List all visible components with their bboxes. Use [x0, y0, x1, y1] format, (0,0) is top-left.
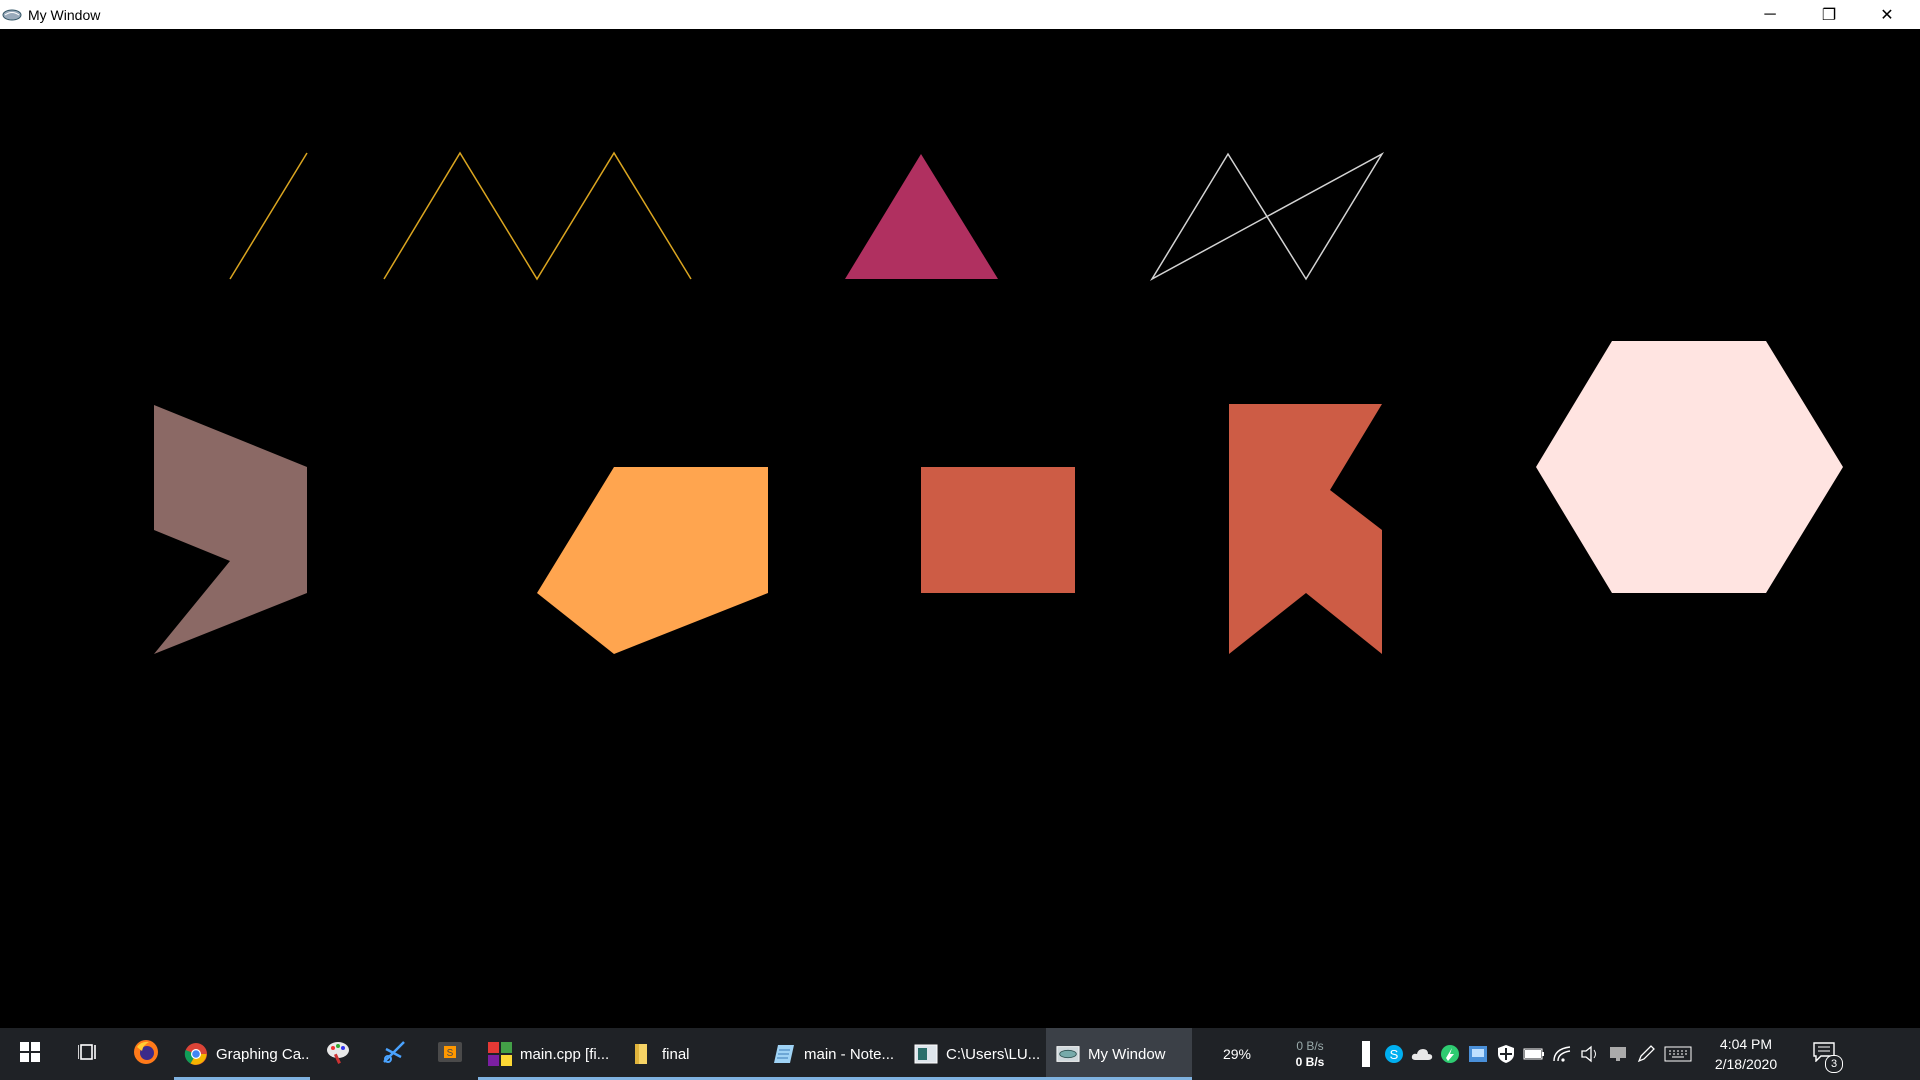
defender-icon[interactable] [1492, 1040, 1520, 1068]
onedrive-icon[interactable] [1408, 1040, 1436, 1068]
taskbar-task-label: C:\Users\LU... [946, 1045, 1041, 1063]
taskbar-task-chrome[interactable]: Graphing Ca... [174, 1028, 310, 1080]
skype-icon[interactable]: S [1380, 1040, 1408, 1068]
window-title: My Window [28, 6, 101, 23]
firefox-icon [133, 1039, 159, 1070]
action-center-button[interactable]: 3 [1802, 1028, 1846, 1080]
taskbar-clock[interactable]: 4:04 PM 2/18/2020 [1696, 1034, 1796, 1074]
glut-window-icon [1056, 1042, 1080, 1066]
square [921, 467, 1075, 593]
title-bar: My Window ─ ❐ ✕ [0, 0, 1920, 29]
sublime-icon: S [437, 1039, 463, 1070]
notepad-icon [772, 1042, 796, 1066]
console-icon [914, 1042, 938, 1066]
single-line [229, 152, 308, 280]
snip-icon [381, 1039, 407, 1070]
minimize-icon: ─ [1764, 5, 1776, 23]
taskbar-task-explorer[interactable]: final [620, 1028, 762, 1080]
network-speed: 0 B/s 0 B/s [1284, 1038, 1336, 1070]
close-icon: ✕ [1880, 6, 1894, 24]
shapes-svg [154, 151, 1843, 654]
arrow-chevron [154, 405, 307, 654]
task-view-icon [77, 1042, 100, 1067]
volume-icon[interactable] [1576, 1040, 1604, 1068]
pen-icon[interactable] [1632, 1040, 1660, 1068]
taskbar-task-label: final [662, 1045, 690, 1063]
drawing-canvas[interactable] [0, 29, 1920, 1028]
taskbar-task-label: Graphing Ca... [216, 1045, 310, 1063]
taskbar-task-label: My Window [1088, 1045, 1166, 1063]
crossed-quadrilateral [1149, 152, 1385, 281]
clock-date: 2/18/2020 [1714, 1056, 1778, 1072]
taskbar-paint[interactable] [310, 1028, 366, 1080]
green-app-icon[interactable] [1436, 1040, 1464, 1068]
notification-count-badge: 3 [1825, 1054, 1843, 1073]
network-monitor-icon[interactable] [1464, 1040, 1492, 1068]
task-view-button[interactable] [60, 1028, 118, 1080]
codeblocks-icon [488, 1042, 512, 1066]
chrome-icon [184, 1042, 208, 1066]
taskbar-sublime[interactable]: S [422, 1028, 478, 1080]
svg-text:S: S [1390, 1047, 1399, 1062]
zigzag-line [383, 151, 692, 281]
wifi-icon[interactable] [1548, 1040, 1576, 1068]
paint-icon [325, 1039, 351, 1070]
display-icon[interactable] [1604, 1040, 1632, 1068]
windows-logo-icon [20, 1041, 40, 1067]
glut-window-icon [2, 5, 22, 25]
minimize-button[interactable]: ─ [1741, 0, 1799, 29]
clock-time: 4:04 PM [1719, 1036, 1773, 1052]
flag-shape [1229, 404, 1382, 654]
battery-bar-icon[interactable] [1352, 1040, 1380, 1068]
taskbar-task-label: main - Note... [804, 1045, 895, 1063]
pentagon [537, 467, 768, 654]
system-tray: S [1352, 1028, 1696, 1080]
start-button[interactable] [0, 1028, 60, 1080]
restore-icon: ❐ [1821, 6, 1837, 24]
folder-icon [630, 1042, 654, 1066]
taskbar-firefox[interactable] [118, 1028, 174, 1080]
triangle [845, 154, 998, 279]
taskbar-snip[interactable] [366, 1028, 422, 1080]
taskbar-task-label: main.cpp [fi... [520, 1045, 610, 1063]
close-button[interactable]: ✕ [1858, 0, 1916, 29]
net-down-speed: 0 B/s [1295, 1055, 1325, 1069]
battery-icon[interactable] [1520, 1040, 1548, 1068]
taskbar-task-codeblocks[interactable]: main.cpp [fi... [478, 1028, 620, 1080]
taskbar-task-my-window[interactable]: My Window [1046, 1028, 1192, 1080]
keyboard-icon[interactable] [1660, 1040, 1696, 1068]
hexagon [1536, 341, 1843, 593]
battery-percent[interactable]: 29% [1214, 1028, 1260, 1080]
notification-icon: 3 [1813, 1041, 1843, 1073]
restore-button[interactable]: ❐ [1800, 0, 1858, 29]
taskbar: Graphing Ca... S main.cpp [fi... final m… [0, 1028, 1920, 1080]
taskbar-task-console[interactable]: C:\Users\LU... [904, 1028, 1046, 1080]
taskbar-task-notepad[interactable]: main - Note... [762, 1028, 904, 1080]
svg-text:S: S [447, 1048, 454, 1059]
net-up-speed: 0 B/s [1296, 1039, 1324, 1053]
